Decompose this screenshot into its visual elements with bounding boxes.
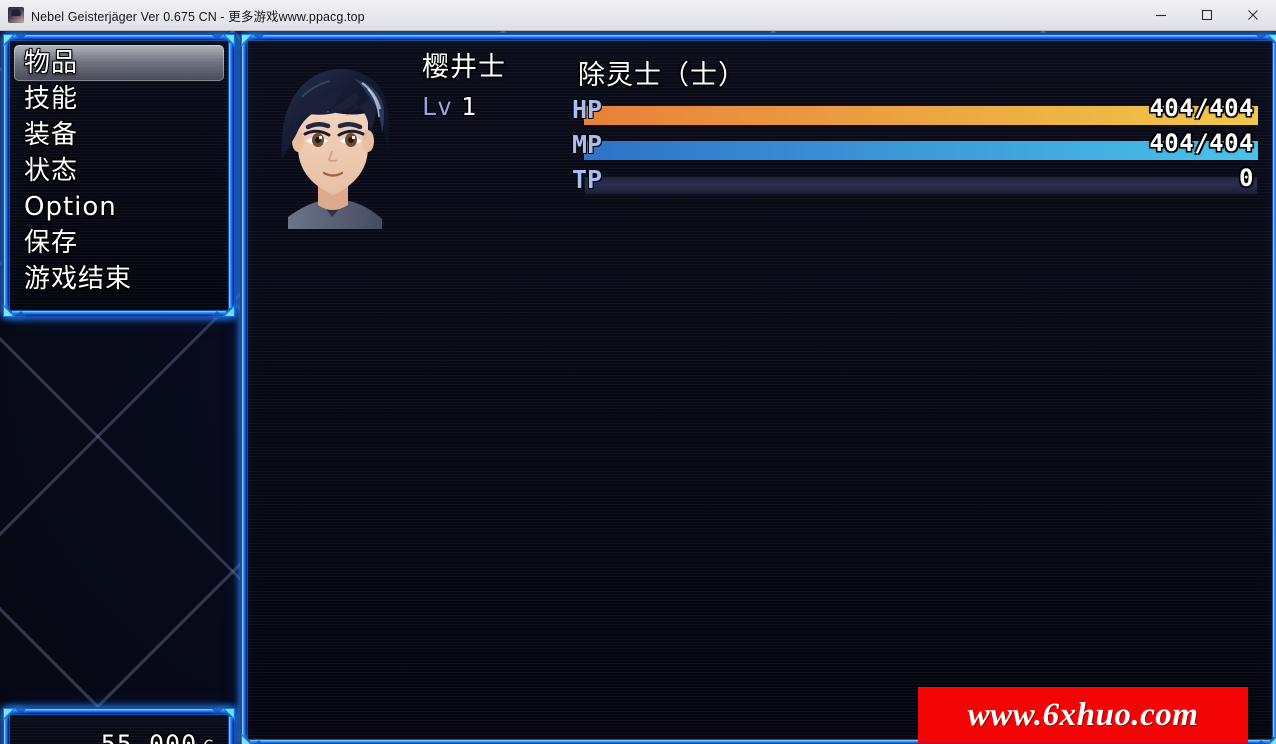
menu-item-label: 状态: [24, 156, 79, 186]
actor-class-name: 除灵士（士）: [578, 60, 746, 91]
command-list: 物品技能装备状态 Option 保存游戏结束: [14, 45, 224, 297]
command-window-content: 物品技能装备状态 Option 保存游戏结束: [10, 41, 228, 310]
window-title-text: Nebel Geisterjäger Ver 0.675 CN - 更多游戏ww…: [31, 9, 365, 24]
menu-item-6[interactable]: 保存: [14, 225, 224, 261]
minimize-button[interactable]: [1138, 0, 1184, 31]
gold-window: 55,000 G: [2, 707, 236, 744]
frame-edge-left: [242, 43, 247, 737]
gauge-label: MP: [572, 130, 603, 159]
frame-edge-right: [229, 43, 234, 308]
gauge-mp: MP 404/404: [572, 130, 1258, 165]
menu-item-label: Option: [24, 192, 117, 222]
close-button[interactable]: [1230, 0, 1276, 31]
level-value: 1: [461, 91, 477, 121]
frame-edge-top: [250, 35, 1270, 40]
frame-edge-right: [229, 717, 234, 744]
gauge-value: 0: [1239, 164, 1254, 192]
frame-edge-top: [12, 709, 226, 714]
actor-gauges: HP 404/404 MP 404/404 TP 0: [572, 95, 1258, 200]
watermark-banner: www.6xhuo.com: [918, 687, 1248, 743]
maximize-button[interactable]: [1184, 0, 1230, 31]
menu-item-5[interactable]: Option: [14, 189, 224, 225]
menu-item-label: 保存: [24, 228, 79, 258]
menu-item-3[interactable]: 装备: [14, 117, 224, 153]
menu-item-label: 技能: [24, 84, 79, 114]
frame-edge-left: [4, 43, 9, 308]
watermark-text: www.6xhuo.com: [967, 696, 1199, 733]
status-window: 樱井士 Lv 1 除灵士（士） HP 404/404 MP 404/404 TP 0: [240, 33, 1276, 744]
menu-item-label: 装备: [24, 120, 79, 150]
actor-name: 樱井士: [422, 52, 506, 83]
menu-item-7[interactable]: 游戏结束: [14, 261, 224, 297]
frame-edge-top: [12, 35, 226, 40]
status-window-content: 樱井士 Lv 1 除灵士（士） HP 404/404 MP 404/404 TP 0: [248, 41, 1272, 739]
menu-item-label: 游戏结束: [24, 264, 133, 294]
level-label: Lv: [422, 91, 453, 121]
gauge-tp: TP 0: [572, 165, 1258, 200]
app-icon: [8, 7, 24, 23]
gauge-value: 404/404: [1149, 94, 1254, 122]
menu-item-2[interactable]: 技能: [14, 81, 224, 117]
window-controls: [1138, 0, 1276, 31]
gauge-track: [584, 176, 1258, 195]
gold-currency-unit: G: [203, 737, 214, 744]
frame-edge-bottom: [12, 311, 226, 316]
gold-display: 55,000 G: [101, 730, 214, 744]
gauge-label: TP: [572, 165, 603, 194]
gauge-hp: HP 404/404: [572, 95, 1258, 130]
actor-level: Lv 1: [422, 92, 577, 121]
menu-item-1[interactable]: 物品: [14, 45, 224, 81]
menu-item-4[interactable]: 状态: [14, 153, 224, 189]
menu-item-label: 物品: [24, 48, 79, 78]
gauge-label: HP: [572, 95, 603, 124]
gold-amount: 55,000: [100, 729, 198, 744]
game-viewport: 物品技能装备状态 Option 保存游戏结束 55,000 G: [0, 31, 1276, 744]
command-menu-window: 物品技能装备状态 Option 保存游戏结束: [2, 33, 236, 318]
gold-window-content: 55,000 G: [10, 715, 228, 744]
actor-face-portrait: [258, 49, 406, 229]
window-title-bar[interactable]: Nebel Geisterjäger Ver 0.675 CN - 更多游戏ww…: [0, 0, 1276, 31]
actor-identity: 樱井士 Lv 1: [422, 53, 577, 121]
gauge-value: 404/404: [1149, 129, 1254, 157]
frame-edge-left: [4, 717, 9, 744]
